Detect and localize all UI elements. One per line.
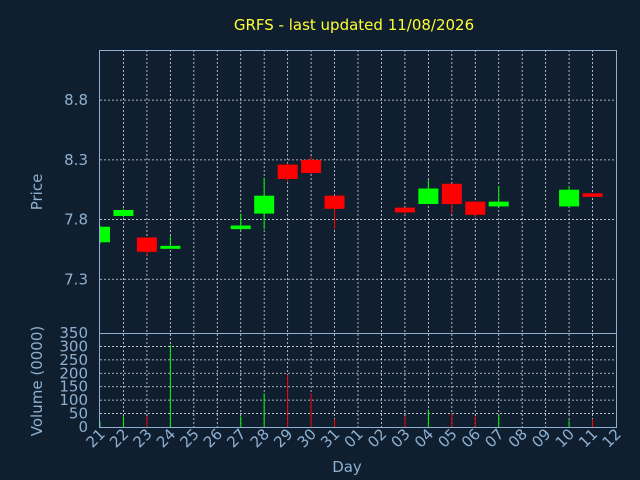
x-tick-label: 10 [552,425,578,451]
candle-body [230,225,251,230]
price-tick-label: 7.3 [64,270,88,288]
candle-body [100,226,110,243]
x-tick-label: 27 [223,425,249,451]
volume-axis-label: Volume (0000) [28,326,46,436]
candle-body [559,189,580,207]
stock-chart: GRFS - last updated 11/08/2026 Price Vol… [28,16,625,476]
x-tick-label: 02 [364,425,390,451]
candle-body [113,210,134,216]
volume-tick-label: 350 [59,324,88,342]
volume-bars [99,345,594,427]
x-tick-label: 25 [176,425,202,451]
candle-body [441,183,462,205]
candle-body [394,207,415,213]
x-tick-label: 09 [528,425,554,451]
x-tick-label: 01 [341,425,367,451]
x-tick-label: 06 [458,425,484,451]
x-tick-label: 22 [106,425,132,451]
price-tick-label: 7.8 [64,211,88,229]
x-tick-label: 29 [270,425,296,451]
x-tick-label: 11 [575,425,601,451]
x-axis-label: Day [332,458,362,476]
price-axis-label: Price [28,174,46,211]
x-tick-label: 07 [481,425,507,451]
candle-body [582,193,603,197]
x-tick-label: 12 [599,425,625,451]
x-tick-label: 24 [153,425,179,451]
tick-labels: 2122232425262728293031010203040506070809… [59,91,624,451]
x-tick-label: 04 [411,425,437,451]
candle-body [324,195,345,209]
candle-body [277,164,298,179]
x-tick-label: 03 [388,425,414,451]
grid [100,50,616,427]
candle-body [465,201,486,215]
price-tick-label: 8.8 [64,91,88,109]
x-tick-label: 28 [247,425,273,451]
candle-body [160,245,181,249]
candle-body [418,188,439,205]
candle-body [488,201,509,207]
candle-body [254,195,275,214]
candle-body [301,159,322,173]
price-tick-label: 8.3 [64,151,88,169]
x-tick-label: 08 [505,425,531,451]
x-tick-label: 05 [434,425,460,451]
x-tick-label: 26 [200,425,226,451]
candlesticks [99,156,603,256]
candle-body [136,237,157,252]
x-tick-label: 30 [294,425,320,451]
x-tick-label: 23 [130,425,156,451]
chart-title: GRFS - last updated 11/08/2026 [234,16,474,34]
x-tick-label: 31 [317,425,343,451]
